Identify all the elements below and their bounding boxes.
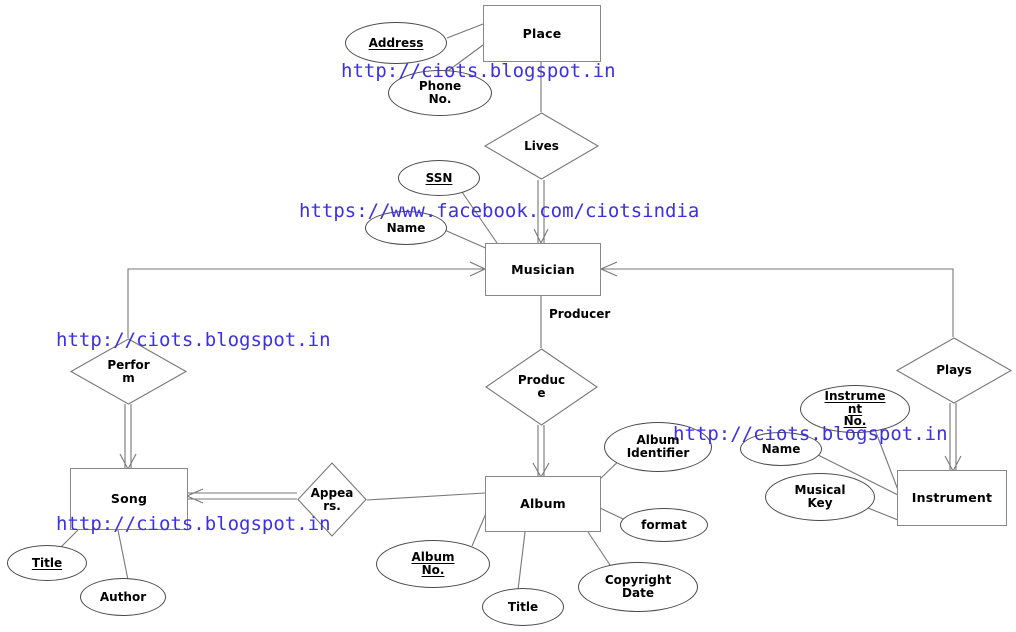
attribute-ssn-label: SSN bbox=[425, 170, 453, 185]
line-appears-album bbox=[366, 492, 486, 501]
line-place-address bbox=[446, 23, 484, 39]
attribute-album-title-label: Title bbox=[507, 599, 539, 614]
attribute-album-no[interactable]: Album No. bbox=[376, 540, 490, 588]
relationship-lives-label: Lives bbox=[524, 138, 559, 153]
attribute-album-format[interactable]: format bbox=[620, 508, 708, 542]
entity-instrument-label: Instrument bbox=[911, 490, 993, 506]
line-album-copyright bbox=[587, 531, 613, 569]
line-musician-perform bbox=[127, 268, 485, 338]
attribute-song-author-label: Author bbox=[99, 589, 147, 604]
attribute-ssn[interactable]: SSN bbox=[398, 160, 480, 196]
er-diagram-canvas: Place Musician Song Album Instrument Liv… bbox=[0, 0, 1016, 632]
arrow-song-appears bbox=[186, 488, 204, 504]
edge-label-producer: Producer bbox=[549, 307, 611, 321]
entity-album[interactable]: Album bbox=[485, 476, 601, 532]
attribute-copyright-date[interactable]: Copyright Date bbox=[578, 562, 698, 612]
attribute-album-format-label: format bbox=[641, 517, 687, 532]
entity-musician-label: Musician bbox=[511, 261, 575, 277]
attribute-address[interactable]: Address bbox=[345, 22, 447, 64]
line-musician-name bbox=[439, 227, 491, 251]
line-album-format bbox=[599, 507, 626, 521]
entity-musician[interactable]: Musician bbox=[485, 243, 601, 296]
attribute-song-title-label: Title bbox=[31, 555, 63, 570]
arrow-produce-album bbox=[532, 462, 550, 479]
attribute-copyright-date-label: Copyright Date bbox=[604, 573, 672, 600]
attribute-address-label: Address bbox=[368, 35, 424, 50]
attribute-album-no-label: Album No. bbox=[411, 550, 455, 577]
arrow-lives-musician bbox=[533, 228, 549, 245]
attribute-album-title[interactable]: Title bbox=[482, 588, 564, 626]
connector-lines bbox=[55, 23, 962, 591]
line-album-title bbox=[517, 531, 526, 591]
attribute-musical-key[interactable]: Musical Key bbox=[765, 473, 875, 521]
entity-album-label: Album bbox=[520, 496, 566, 512]
relationship-plays[interactable]: Plays bbox=[895, 337, 1013, 404]
relationship-lives[interactable]: Lives bbox=[483, 112, 600, 180]
entity-instrument[interactable]: Instrument bbox=[897, 470, 1007, 526]
attribute-phone-no-label: Phone No. bbox=[418, 79, 462, 106]
entity-place[interactable]: Place bbox=[483, 5, 601, 62]
watermark-blogspot-right: http://ciots.blogspot.in bbox=[673, 423, 948, 445]
attribute-song-author[interactable]: Author bbox=[80, 578, 166, 616]
entity-place-label: Place bbox=[522, 25, 562, 41]
arrow-plays-instrument bbox=[944, 455, 962, 473]
arrow-perform-song bbox=[119, 453, 137, 471]
watermark-blogspot-left: http://ciots.blogspot.in bbox=[56, 329, 331, 351]
line-instrument-musicalkey bbox=[867, 507, 899, 521]
relationship-produce-label: Produc e bbox=[517, 373, 566, 400]
attribute-song-title[interactable]: Title bbox=[7, 545, 87, 581]
entity-song-label: Song bbox=[110, 491, 148, 507]
line-musician-plays bbox=[601, 268, 954, 337]
watermark-blogspot-song: http://ciots.blogspot.in bbox=[56, 513, 331, 535]
watermark-facebook: https://www.facebook.com/ciotsindia bbox=[299, 200, 700, 222]
relationship-plays-label: Plays bbox=[936, 363, 972, 378]
relationship-produce[interactable]: Produc e bbox=[485, 348, 598, 426]
line-song-author bbox=[117, 529, 129, 581]
watermark-blogspot-top: http://ciots.blogspot.in bbox=[341, 60, 616, 82]
attribute-musical-key-label: Musical Key bbox=[794, 483, 846, 510]
attribute-musician-name-label: Name bbox=[386, 220, 426, 235]
